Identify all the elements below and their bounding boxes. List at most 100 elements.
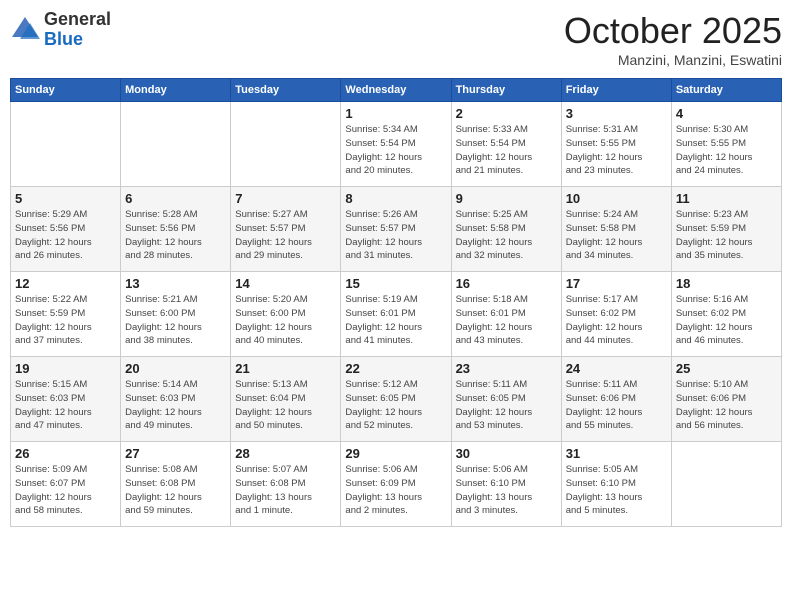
calendar-cell: 27Sunrise: 5:08 AM Sunset: 6:08 PM Dayli…: [121, 442, 231, 527]
day-number: 17: [566, 276, 667, 291]
day-info: Sunrise: 5:06 AM Sunset: 6:09 PM Dayligh…: [345, 463, 446, 518]
day-info: Sunrise: 5:12 AM Sunset: 6:05 PM Dayligh…: [345, 378, 446, 433]
day-number: 31: [566, 446, 667, 461]
day-info: Sunrise: 5:34 AM Sunset: 5:54 PM Dayligh…: [345, 123, 446, 178]
day-number: 29: [345, 446, 446, 461]
calendar-cell: 10 Sunrise: 5:24 AM Sunset: 5:58 PM Dayli…: [561, 187, 671, 272]
calendar-cell: 9Sunrise: 5:25 AM Sunset: 5:58 PM Daylig…: [451, 187, 561, 272]
week-row-4: 26 Sunrise: 5:09 AM Sunset: 6:07 PM Dayli…: [11, 442, 782, 527]
calendar-cell: 14 Sunrise: 5:20 AM Sunset: 6:00 PM Dayli…: [231, 272, 341, 357]
day-number: 26: [15, 446, 116, 461]
day-number: 9: [456, 191, 557, 206]
day-info: Sunrise: 5:33 AM Sunset: 5:54 PM Dayligh…: [456, 123, 557, 178]
calendar-cell: 6 Sunrise: 5:28 AM Sunset: 5:56 PM Daylig…: [121, 187, 231, 272]
day-number: 23: [456, 361, 557, 376]
calendar-cell: 22 Sunrise: 5:12 AM Sunset: 6:05 PM Dayli…: [341, 357, 451, 442]
day-number: 18: [676, 276, 777, 291]
calendar-cell: 4Sunrise: 5:30 AM Sunset: 5:55 PM Daylig…: [671, 102, 781, 187]
day-number: 27: [125, 446, 226, 461]
day-number: 11: [676, 191, 777, 206]
day-info: Sunrise: 5:22 AM Sunset: 5:59 PM Dayligh…: [15, 293, 116, 348]
calendar-cell: 17 Sunrise: 5:17 AM Sunset: 6:02 PM Dayli…: [561, 272, 671, 357]
calendar-cell: 16 Sunrise: 5:18 AM Sunset: 6:01 PM Dayli…: [451, 272, 561, 357]
calendar-cell: 18 Sunrise: 5:16 AM Sunset: 6:02 PM Dayli…: [671, 272, 781, 357]
header-friday: Friday: [561, 79, 671, 102]
day-number: 22: [345, 361, 446, 376]
calendar-cell: [231, 102, 341, 187]
day-number: 21: [235, 361, 336, 376]
calendar-cell: [671, 442, 781, 527]
logo-general: General: [44, 10, 111, 30]
day-number: 3: [566, 106, 667, 121]
calendar-cell: 13 Sunrise: 5:21 AM Sunset: 6:00 PM Dayli…: [121, 272, 231, 357]
day-number: 12: [15, 276, 116, 291]
calendar-cell: 24 Sunrise: 5:11 AM Sunset: 6:06 PM Dayli…: [561, 357, 671, 442]
day-info: Sunrise: 5:09 AM Sunset: 6:07 PM Dayligh…: [15, 463, 116, 518]
day-number: 8: [345, 191, 446, 206]
day-info: Sunrise: 5:10 AM Sunset: 6:06 PM Dayligh…: [676, 378, 777, 433]
header-saturday: Saturday: [671, 79, 781, 102]
day-number: 4: [676, 106, 777, 121]
calendar-cell: 12 Sunrise: 5:22 AM Sunset: 5:59 PM Dayli…: [11, 272, 121, 357]
calendar-cell: [121, 102, 231, 187]
day-info: Sunrise: 5:19 AM Sunset: 6:01 PM Dayligh…: [345, 293, 446, 348]
day-info: Sunrise: 5:20 AM Sunset: 6:00 PM Dayligh…: [235, 293, 336, 348]
day-info: Sunrise: 5:11 AM Sunset: 6:06 PM Dayligh…: [566, 378, 667, 433]
location: Manzini, Manzini, Eswatini: [564, 52, 782, 68]
calendar-cell: 29 Sunrise: 5:06 AM Sunset: 6:09 PM Dayli…: [341, 442, 451, 527]
header-wednesday: Wednesday: [341, 79, 451, 102]
day-info: Sunrise: 5:21 AM Sunset: 6:00 PM Dayligh…: [125, 293, 226, 348]
day-info: Sunrise: 5:28 AM Sunset: 5:56 PM Dayligh…: [125, 208, 226, 263]
day-info: Sunrise: 5:24 AM Sunset: 5:58 PM Dayligh…: [566, 208, 667, 263]
logo-text: General Blue: [44, 10, 111, 50]
week-row-3: 19Sunrise: 5:15 AM Sunset: 6:03 PM Dayli…: [11, 357, 782, 442]
day-info: Sunrise: 5:27 AM Sunset: 5:57 PM Dayligh…: [235, 208, 336, 263]
calendar-cell: 21Sunrise: 5:13 AM Sunset: 6:04 PM Dayli…: [231, 357, 341, 442]
day-info: Sunrise: 5:05 AM Sunset: 6:10 PM Dayligh…: [566, 463, 667, 518]
day-number: 2: [456, 106, 557, 121]
calendar-cell: 5Sunrise: 5:29 AM Sunset: 5:56 PM Daylig…: [11, 187, 121, 272]
day-number: 5: [15, 191, 116, 206]
header-monday: Monday: [121, 79, 231, 102]
header-tuesday: Tuesday: [231, 79, 341, 102]
week-row-2: 12 Sunrise: 5:22 AM Sunset: 5:59 PM Dayli…: [11, 272, 782, 357]
logo: General Blue: [10, 10, 111, 50]
day-info: Sunrise: 5:14 AM Sunset: 6:03 PM Dayligh…: [125, 378, 226, 433]
day-number: 15: [345, 276, 446, 291]
logo-icon: [10, 15, 40, 45]
day-number: 6: [125, 191, 226, 206]
day-info: Sunrise: 5:06 AM Sunset: 6:10 PM Dayligh…: [456, 463, 557, 518]
calendar-cell: 19Sunrise: 5:15 AM Sunset: 6:03 PM Dayli…: [11, 357, 121, 442]
week-row-0: 1 Sunrise: 5:34 AM Sunset: 5:54 PM Daylig…: [11, 102, 782, 187]
title-block: October 2025 Manzini, Manzini, Eswatini: [564, 10, 782, 68]
day-info: Sunrise: 5:07 AM Sunset: 6:08 PM Dayligh…: [235, 463, 336, 518]
day-number: 20: [125, 361, 226, 376]
day-number: 14: [235, 276, 336, 291]
day-info: Sunrise: 5:18 AM Sunset: 6:01 PM Dayligh…: [456, 293, 557, 348]
day-number: 19: [15, 361, 116, 376]
day-info: Sunrise: 5:31 AM Sunset: 5:55 PM Dayligh…: [566, 123, 667, 178]
calendar-cell: 11 Sunrise: 5:23 AM Sunset: 5:59 PM Dayli…: [671, 187, 781, 272]
day-number: 28: [235, 446, 336, 461]
calendar-cell: 25 Sunrise: 5:10 AM Sunset: 6:06 PM Dayli…: [671, 357, 781, 442]
header-row: SundayMondayTuesdayWednesdayThursdayFrid…: [11, 79, 782, 102]
day-info: Sunrise: 5:17 AM Sunset: 6:02 PM Dayligh…: [566, 293, 667, 348]
calendar-cell: 15 Sunrise: 5:19 AM Sunset: 6:01 PM Dayli…: [341, 272, 451, 357]
day-number: 30: [456, 446, 557, 461]
day-info: Sunrise: 5:23 AM Sunset: 5:59 PM Dayligh…: [676, 208, 777, 263]
calendar-table: SundayMondayTuesdayWednesdayThursdayFrid…: [10, 78, 782, 527]
calendar-cell: 2 Sunrise: 5:33 AM Sunset: 5:54 PM Daylig…: [451, 102, 561, 187]
header-sunday: Sunday: [11, 79, 121, 102]
day-info: Sunrise: 5:16 AM Sunset: 6:02 PM Dayligh…: [676, 293, 777, 348]
month-title: October 2025: [564, 10, 782, 52]
calendar-cell: 31 Sunrise: 5:05 AM Sunset: 6:10 PM Dayli…: [561, 442, 671, 527]
day-number: 10: [566, 191, 667, 206]
day-number: 1: [345, 106, 446, 121]
logo-blue: Blue: [44, 30, 111, 50]
day-number: 13: [125, 276, 226, 291]
calendar-cell: 30 Sunrise: 5:06 AM Sunset: 6:10 PM Dayli…: [451, 442, 561, 527]
day-number: 16: [456, 276, 557, 291]
day-number: 25: [676, 361, 777, 376]
day-number: 24: [566, 361, 667, 376]
calendar-cell: 8Sunrise: 5:26 AM Sunset: 5:57 PM Daylig…: [341, 187, 451, 272]
